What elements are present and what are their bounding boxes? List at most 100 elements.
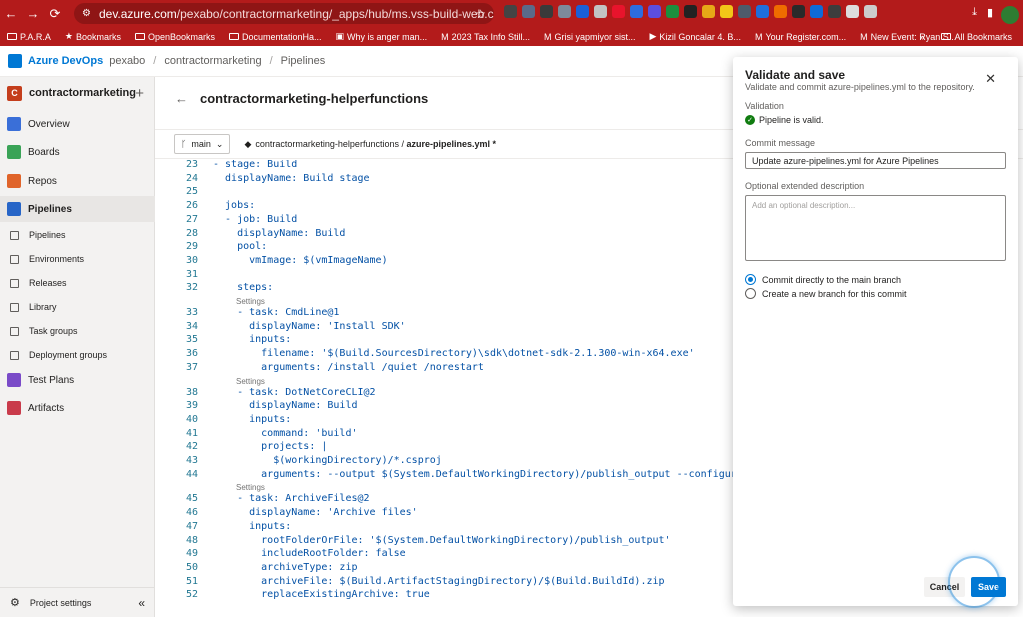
extension-icon[interactable] — [558, 5, 571, 18]
bookmark-item[interactable]: DocumentationHa... — [222, 32, 329, 42]
extensions-row — [504, 5, 877, 18]
sidebar-item-label: Pipelines — [29, 230, 66, 240]
radio-commit-main[interactable]: Commit directly to the main branch — [745, 274, 901, 285]
extension-icon[interactable] — [738, 5, 751, 18]
extension-icon[interactable] — [540, 5, 553, 18]
bookmark-item[interactable]: ▶ Kizil Goncalar 4. B... — [642, 31, 747, 42]
sidebar-item-task-groups[interactable]: Task groups — [0, 318, 155, 344]
description-textarea[interactable]: Add an optional description... — [745, 195, 1006, 261]
breadcrumb-separator: / — [269, 55, 273, 67]
sidebar-item-overview[interactable]: Overview — [0, 111, 155, 137]
bookmark-item[interactable]: ★ Bookmarks — [58, 31, 128, 42]
extension-icon[interactable] — [828, 5, 841, 18]
sidebar-item-pipelines-sub[interactable]: Pipelines — [0, 222, 155, 248]
reload-icon[interactable]: ⟳ — [44, 0, 66, 27]
extension-icon[interactable] — [612, 5, 625, 18]
extension-icon[interactable] — [630, 5, 643, 18]
repo-icon: ◆ — [244, 138, 252, 149]
extension-icon[interactable] — [684, 5, 697, 18]
close-icon[interactable]: ✕ — [985, 71, 996, 87]
extension-icon[interactable] — [792, 5, 805, 18]
add-icon[interactable]: + — [135, 85, 144, 102]
extension-icon[interactable] — [504, 5, 517, 18]
sidepanel-icon[interactable]: ▮ — [987, 6, 993, 19]
branch-selector[interactable]: ᚴ main ⌄ — [174, 134, 231, 154]
sidebar-item-boards[interactable]: Boards — [0, 139, 155, 165]
download-icon[interactable]: ⤓ — [972, 6, 977, 19]
extension-icon[interactable] — [810, 5, 823, 18]
sidebar-item-library[interactable]: Library — [0, 294, 155, 320]
project-settings[interactable]: ⚙ Project settings « — [0, 587, 155, 617]
extension-icon[interactable] — [774, 5, 787, 18]
collapse-sidebar-icon[interactable]: « — [138, 596, 145, 610]
project-link[interactable]: contractormarketing — [164, 55, 261, 67]
address-bar[interactable]: ⚙ dev.azure.com/pexabo/contractormarketi… — [74, 3, 494, 24]
gmail-icon: M — [441, 31, 449, 42]
forward-icon[interactable]: → — [22, 0, 44, 27]
deployment-groups-icon — [10, 350, 19, 360]
sidebar-item-deployment-groups[interactable]: Deployment groups — [0, 342, 155, 368]
sidebar-item-releases[interactable]: Releases — [0, 270, 155, 296]
project-header[interactable]: C contractormarketing + — [0, 79, 154, 107]
back-icon[interactable]: ← — [0, 0, 22, 27]
all-bookmarks-label: All Bookmarks — [954, 31, 1012, 42]
sidebar: C contractormarketing + Overview Boards … — [0, 77, 155, 617]
site-info-icon[interactable]: ⚙ — [82, 8, 91, 19]
commit-message-input[interactable]: Update azure-pipelines.yml for Azure Pip… — [745, 152, 1006, 169]
project-name: contractormarketing — [29, 87, 136, 99]
extension-icon[interactable] — [576, 5, 589, 18]
azure-devops-logo[interactable] — [8, 54, 22, 68]
line-number: 46 — [185, 507, 198, 519]
sidebar-item-environments[interactable]: Environments — [0, 246, 155, 272]
repo-name[interactable]: contractormarketing-helperfunctions — [255, 139, 399, 149]
bookmark-label: Why is anger man... — [347, 31, 428, 42]
extension-icon[interactable] — [522, 5, 535, 18]
pipelines-sub-icon — [10, 230, 19, 240]
extension-icon[interactable] — [648, 5, 661, 18]
brand-link[interactable]: Azure DevOps — [28, 55, 103, 67]
extension-icon[interactable] — [720, 5, 733, 18]
gmail-icon: M — [860, 31, 868, 42]
environments-icon — [10, 254, 19, 264]
extension-icon[interactable] — [666, 5, 679, 18]
code-text: rootFolderOrFile: '$(System.DefaultWorki… — [213, 534, 671, 546]
line-number: 42 — [185, 441, 198, 453]
bookmark-star-icon[interactable]: ☆ — [475, 7, 486, 21]
code-text: displayName: 'Archive files' — [213, 507, 418, 519]
line-number: 39 — [185, 400, 198, 412]
profile-avatar[interactable] — [1001, 6, 1019, 24]
radio-new-branch[interactable]: Create a new branch for this commit — [745, 288, 907, 299]
sidebar-item-test-plans[interactable]: Test Plans — [0, 367, 155, 393]
bookmark-item[interactable]: ▣ Why is anger man... — [329, 31, 435, 42]
sidebar-item-pipelines[interactable]: Pipelines — [0, 196, 155, 222]
settings-codelens[interactable]: Settings — [236, 377, 265, 386]
settings-codelens[interactable]: Settings — [236, 297, 265, 306]
sidebar-item-label: Library — [29, 302, 57, 312]
bookmark-item[interactable]: M 2023 Tax Info Still... — [434, 32, 537, 42]
bookmark-item[interactable]: M Grisi yapmiyor sist... — [537, 32, 643, 42]
sidebar-item-artifacts[interactable]: Artifacts — [0, 395, 155, 421]
bookmark-item[interactable]: OpenBookmarks — [128, 32, 222, 42]
back-arrow-icon[interactable]: ← — [175, 91, 188, 106]
extension-icon[interactable] — [702, 5, 715, 18]
more-bookmarks-icon[interactable]: » — [919, 32, 924, 42]
extension-icon[interactable] — [846, 5, 859, 18]
bookmark-item[interactable]: P.A.R.A — [0, 32, 58, 42]
code-text: arguments: --output $(System.DefaultWork… — [213, 468, 779, 480]
bookmarks-bar: P.A.R.A ★ Bookmarks OpenBookmarks Documen… — [0, 27, 1023, 46]
bookmark-item[interactable]: M Your Register.com... — [748, 32, 853, 42]
settings-codelens[interactable]: Settings — [236, 483, 265, 492]
line-number: 26 — [185, 200, 198, 212]
extension-icon[interactable] — [594, 5, 607, 18]
section-link[interactable]: Pipelines — [281, 55, 326, 67]
code-text: - stage: Build — [213, 160, 298, 170]
puzzle-icon[interactable] — [864, 5, 877, 18]
all-bookmarks[interactable]: All Bookmarks — [934, 32, 1019, 42]
org-link[interactable]: pexabo — [109, 55, 145, 67]
url-path: /pexabo/contractormarketing/_apps/hub/ms… — [176, 6, 494, 21]
bookmark-label: P.A.R.A — [20, 31, 51, 42]
line-number: 31 — [185, 268, 198, 280]
extension-icon[interactable] — [756, 5, 769, 18]
validation-label: Validation — [745, 101, 784, 111]
sidebar-item-repos[interactable]: Repos — [0, 168, 155, 194]
